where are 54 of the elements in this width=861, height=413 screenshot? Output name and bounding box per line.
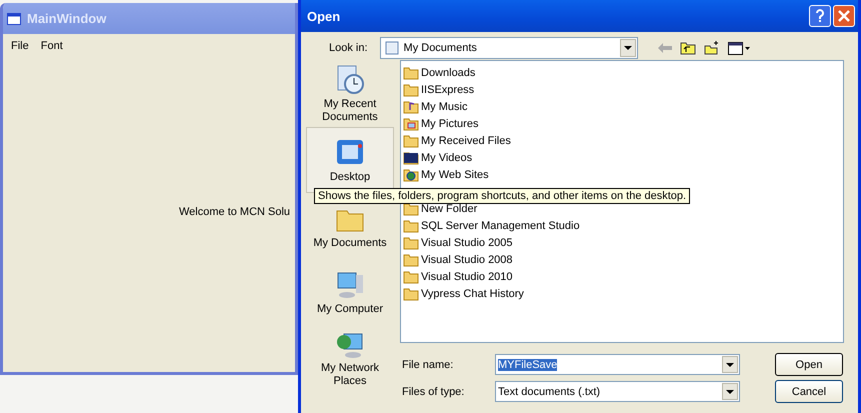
- look-in-label: Look in:: [329, 42, 368, 54]
- folder-item[interactable]: Visual Studio 2005: [403, 234, 841, 251]
- folder-icon: [403, 236, 419, 250]
- file-name-field[interactable]: MYFileSave: [495, 354, 740, 375]
- places-item[interactable]: My Recent Documents: [306, 61, 394, 127]
- folder-item[interactable]: My Videos: [403, 149, 841, 166]
- folder-icon: [403, 252, 419, 266]
- folder-item[interactable]: Visual Studio 2008: [403, 251, 841, 268]
- dropdown-caret-icon: [726, 362, 734, 366]
- folder-item[interactable]: Downloads: [403, 64, 841, 81]
- close-icon: [838, 10, 850, 22]
- folder-icon: [403, 270, 419, 284]
- folder-icon: [403, 218, 419, 232]
- window-title: MainWindow: [27, 11, 106, 26]
- view-menu-icon[interactable]: [728, 42, 750, 54]
- videos-folder-icon: [403, 150, 419, 164]
- tooltip: Shows the files, folders, program shortcuts, and other items on the desktop.: [314, 188, 690, 204]
- cancel-button[interactable]: Cancel: [775, 380, 843, 403]
- folder-icon: [403, 286, 419, 300]
- help-icon: [815, 9, 825, 23]
- file-type-label: Files of type:: [401, 386, 466, 398]
- folder-item[interactable]: Visual Studio 2010: [403, 268, 841, 285]
- open-button[interactable]: Open: [775, 353, 843, 376]
- menu-item[interactable]: Font: [40, 40, 63, 52]
- welcome-text: Welcome to MCN Solu: [179, 206, 290, 218]
- folder-icon: [403, 66, 419, 80]
- places-item[interactable]: My Computer: [306, 259, 394, 325]
- up-folder-icon[interactable]: [680, 41, 696, 55]
- dropdown-caret-icon: [726, 390, 734, 394]
- look-in-dropdown[interactable]: My Documents: [380, 37, 638, 59]
- folder-item[interactable]: My Web Sites: [403, 166, 841, 183]
- new-folder-icon[interactable]: [704, 41, 720, 55]
- web-folder-icon: [403, 168, 419, 182]
- help-button[interactable]: [809, 5, 831, 27]
- file-type-dropdown[interactable]: Text documents (.txt): [495, 381, 740, 402]
- document-icon: [384, 41, 400, 55]
- folder-icon: [403, 202, 419, 216]
- close-button[interactable]: [833, 5, 855, 27]
- folder-item[interactable]: IISExpress: [403, 81, 841, 98]
- folder-item[interactable]: My Music: [403, 98, 841, 115]
- file-name-label: File name:: [401, 358, 454, 370]
- pictures-folder-icon: [403, 116, 419, 130]
- folder-icon: [403, 134, 419, 148]
- folder-item[interactable]: My Received Files: [403, 132, 841, 149]
- folder-item[interactable]: My Pictures: [403, 115, 841, 132]
- dropdown-caret-icon: [624, 46, 632, 50]
- folder-item[interactable]: SQL Server Management Studio: [403, 217, 841, 234]
- menu-item[interactable]: File: [11, 40, 29, 52]
- music-folder-icon: [403, 100, 419, 114]
- dialog-title: Open: [307, 8, 340, 24]
- folder-icon: [403, 82, 419, 96]
- window-icon: [7, 12, 21, 24]
- places-item[interactable]: My Network Places: [306, 325, 394, 391]
- folder-item[interactable]: Vypress Chat History: [403, 285, 841, 302]
